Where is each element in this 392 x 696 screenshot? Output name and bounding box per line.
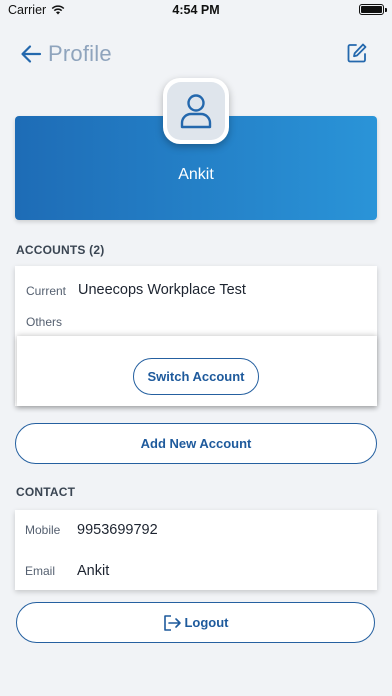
- switch-account-button[interactable]: Switch Account: [133, 358, 259, 395]
- logout-label: Logout: [184, 615, 229, 630]
- avatar[interactable]: [163, 78, 229, 144]
- avatar-frame: [167, 82, 225, 140]
- others-label: Others: [26, 315, 63, 329]
- mobile-label: Mobile: [25, 523, 61, 537]
- current-account-value: Uneecops Workplace Test: [78, 282, 246, 298]
- mobile-value: 9953699792: [77, 522, 158, 538]
- page-title: Profile: [48, 41, 112, 66]
- email-label: Email: [25, 564, 56, 578]
- email-value: Ankit: [77, 563, 110, 579]
- status-time: 4:54 PM: [172, 3, 220, 17]
- profile-name: Ankit: [178, 166, 214, 183]
- contact-section-title: CONTACT: [16, 485, 76, 499]
- user-icon: [180, 94, 212, 129]
- accounts-section-title: ACCOUNTS (2): [16, 243, 105, 257]
- edit-icon[interactable]: [346, 42, 368, 64]
- contact-card: Mobile 9953699792 Email Ankit: [15, 510, 377, 590]
- status-bar: Carrier 4:54 PM: [0, 0, 392, 20]
- logout-icon: [164, 614, 182, 631]
- nav-bar: Profile: [0, 34, 392, 74]
- current-account-label: Current: [26, 284, 67, 298]
- battery-icon: [359, 4, 387, 15]
- add-new-account-button[interactable]: Add New Account: [15, 423, 377, 464]
- logout-button[interactable]: Logout: [16, 602, 375, 643]
- back-arrow-icon[interactable]: [20, 43, 42, 65]
